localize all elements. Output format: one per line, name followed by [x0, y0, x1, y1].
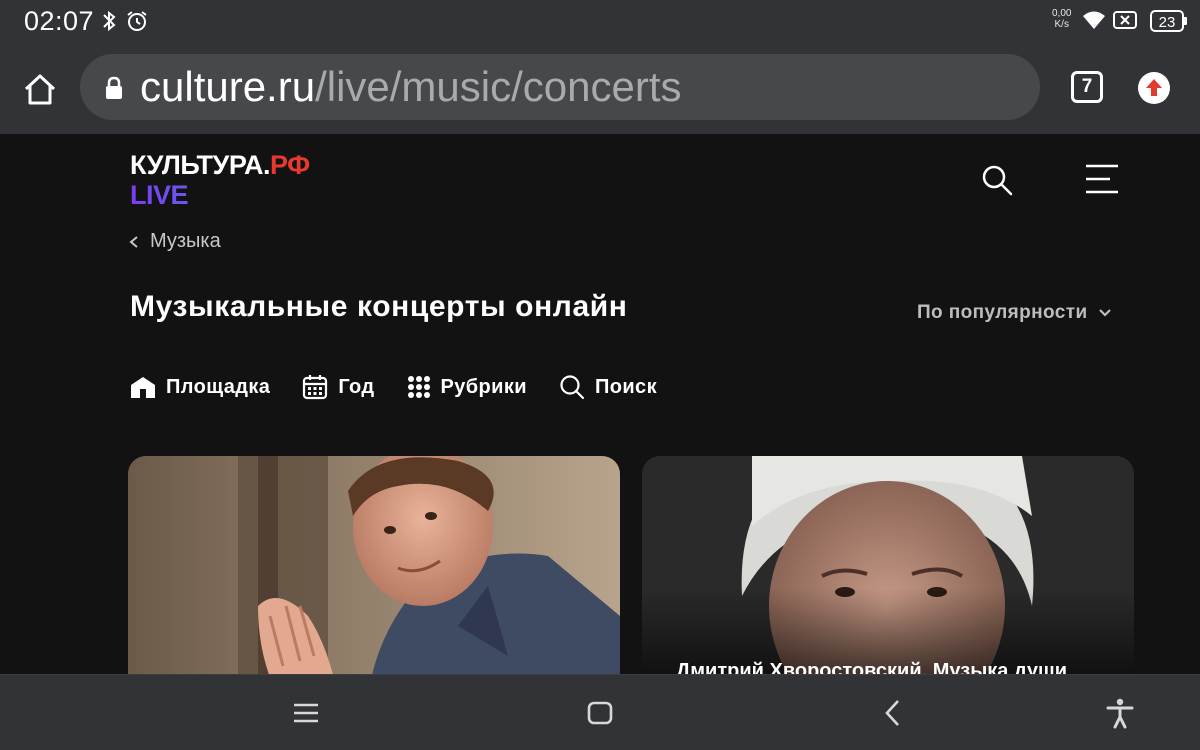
logo-rf: РФ: [269, 150, 310, 180]
filter-search-label: Поиск: [594, 375, 657, 398]
home-nav-icon[interactable]: [585, 697, 615, 729]
recents-icon[interactable]: [291, 697, 321, 729]
update-button[interactable]: [1138, 72, 1170, 104]
concert-card[interactable]: Дмитрий Хворостовский. Музыка души: [642, 456, 1134, 674]
breadcrumb[interactable]: Музыка: [128, 230, 221, 253]
filter-rubrics[interactable]: Рубрики: [407, 375, 527, 399]
page-content: КУЛЬТУРА.РФ LIVE Музыка Музыкальные конц…: [0, 134, 1200, 674]
filter-venue-label: Площадка: [166, 375, 271, 398]
home-icon[interactable]: [20, 69, 60, 109]
status-bar: 02:07 0,00 K/s 23: [0, 0, 1200, 44]
filter-bar: Площадка Год Рубрики Поиск: [130, 374, 689, 400]
filter-year-label: Год: [338, 375, 375, 398]
tab-switcher-button[interactable]: 7: [1071, 71, 1103, 103]
venue-icon: [131, 377, 155, 398]
breadcrumb-label: Музыка: [150, 230, 221, 252]
filter-search[interactable]: Поиск: [559, 374, 657, 400]
network-speed: 0,00 K/s: [1052, 8, 1072, 30]
battery-icon: 23: [1150, 10, 1187, 32]
sort-dropdown[interactable]: По популярности: [917, 302, 1112, 324]
logo-main: КУЛЬТУРА.: [130, 150, 270, 180]
browser-toolbar: culture.ru/live/music/concerts 7: [0, 44, 1200, 134]
accessibility-icon[interactable]: [1105, 697, 1135, 729]
concert-photo: [642, 456, 1134, 674]
page-title: Музыкальные концерты онлайн: [130, 290, 628, 323]
alarm-icon: [127, 11, 147, 31]
status-time: 02:07: [24, 6, 95, 36]
url-path: /live/music/concerts: [315, 63, 682, 110]
sort-label: По популярности: [917, 302, 1088, 323]
hamburger-menu-icon[interactable]: [1082, 163, 1120, 195]
wifi-icon: [1083, 11, 1105, 29]
filter-venue[interactable]: Площадка: [130, 375, 270, 399]
site-logo[interactable]: КУЛЬТУРА.РФ LIVE: [130, 150, 310, 210]
card-title: Дмитрий Хворостовский. Музыка души: [676, 660, 1068, 674]
grid-icon: [407, 376, 430, 398]
concert-card[interactable]: [128, 456, 620, 674]
lock-icon: [106, 76, 122, 99]
header-search-icon[interactable]: [980, 163, 1014, 197]
filter-rubrics-label: Рубрики: [440, 375, 527, 398]
url-host: culture.ru: [140, 63, 316, 110]
logo-live: LIVE: [130, 180, 310, 210]
url-text[interactable]: culture.ru/live/music/concerts: [140, 65, 682, 109]
url-bar[interactable]: culture.ru/live/music/concerts: [80, 54, 1040, 120]
system-nav-bar: [0, 674, 1200, 750]
search-icon: [560, 375, 585, 400]
chevron-left-icon: [129, 235, 138, 248]
signal-off-icon: [1113, 11, 1137, 29]
filter-year[interactable]: Год: [302, 374, 374, 400]
bluetooth-icon: [103, 10, 116, 32]
chevron-down-icon: [1098, 309, 1111, 317]
back-icon[interactable]: [879, 697, 909, 729]
concert-photo: [128, 456, 620, 674]
upload-arrow-icon: [1146, 79, 1162, 96]
calendar-icon: [303, 375, 328, 400]
battery-level: 23: [1159, 14, 1176, 31]
